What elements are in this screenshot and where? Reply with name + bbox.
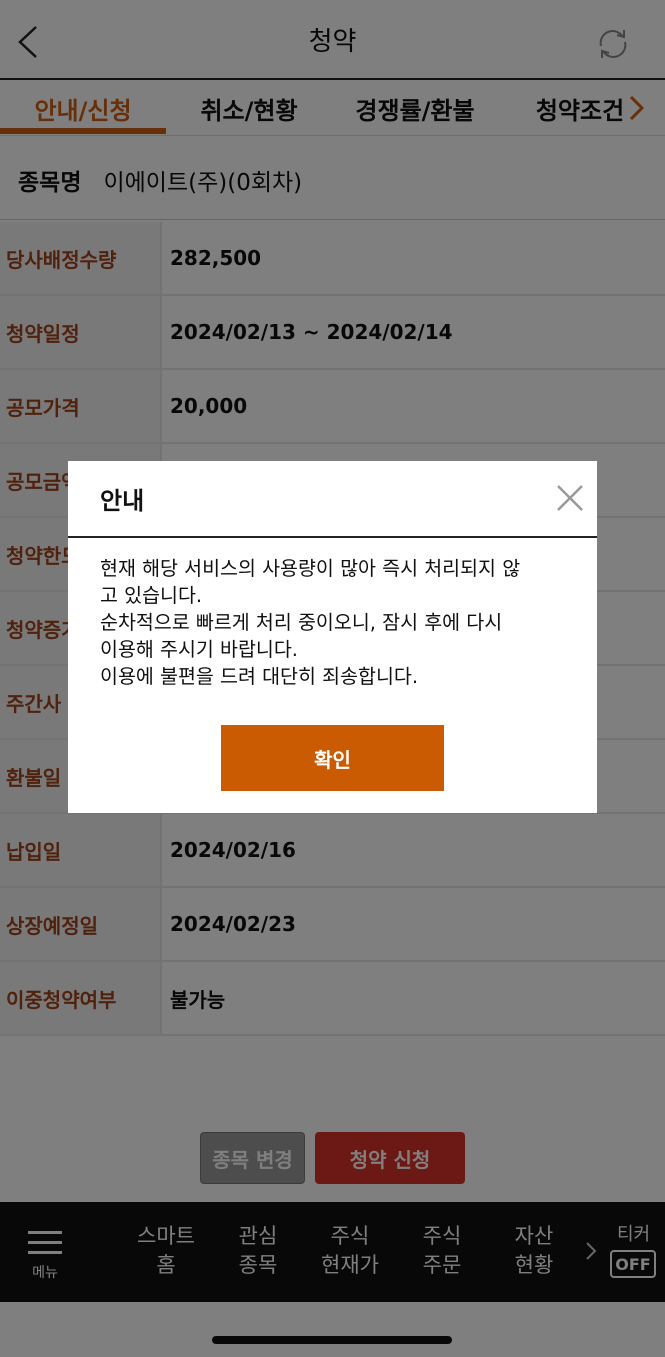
- dialog-title: 안내: [100, 487, 145, 515]
- message-line: 고 있습니다.: [100, 584, 203, 607]
- dialog-divider: [68, 536, 597, 538]
- confirm-button[interactable]: 확인: [221, 725, 444, 791]
- notice-dialog: 안내 현재 해당 서비스의 사용량이 많아 즉시 처리되지 않 고 있습니다. …: [68, 461, 597, 813]
- message-line: 현재 해당 서비스의 사용량이 많아 즉시 처리되지 않: [100, 557, 521, 580]
- close-icon[interactable]: [555, 483, 585, 513]
- message-line: 이용에 불편을 드려 대단히 죄송합니다.: [100, 665, 419, 688]
- message-line: 순차적으로 빠르게 처리 중이오니, 잠시 후에 다시: [100, 611, 503, 634]
- dialog-message: 현재 해당 서비스의 사용량이 많아 즉시 처리되지 않 고 있습니다. 순차적…: [100, 555, 580, 690]
- message-line: 이용해 주시기 바랍니다.: [100, 638, 298, 661]
